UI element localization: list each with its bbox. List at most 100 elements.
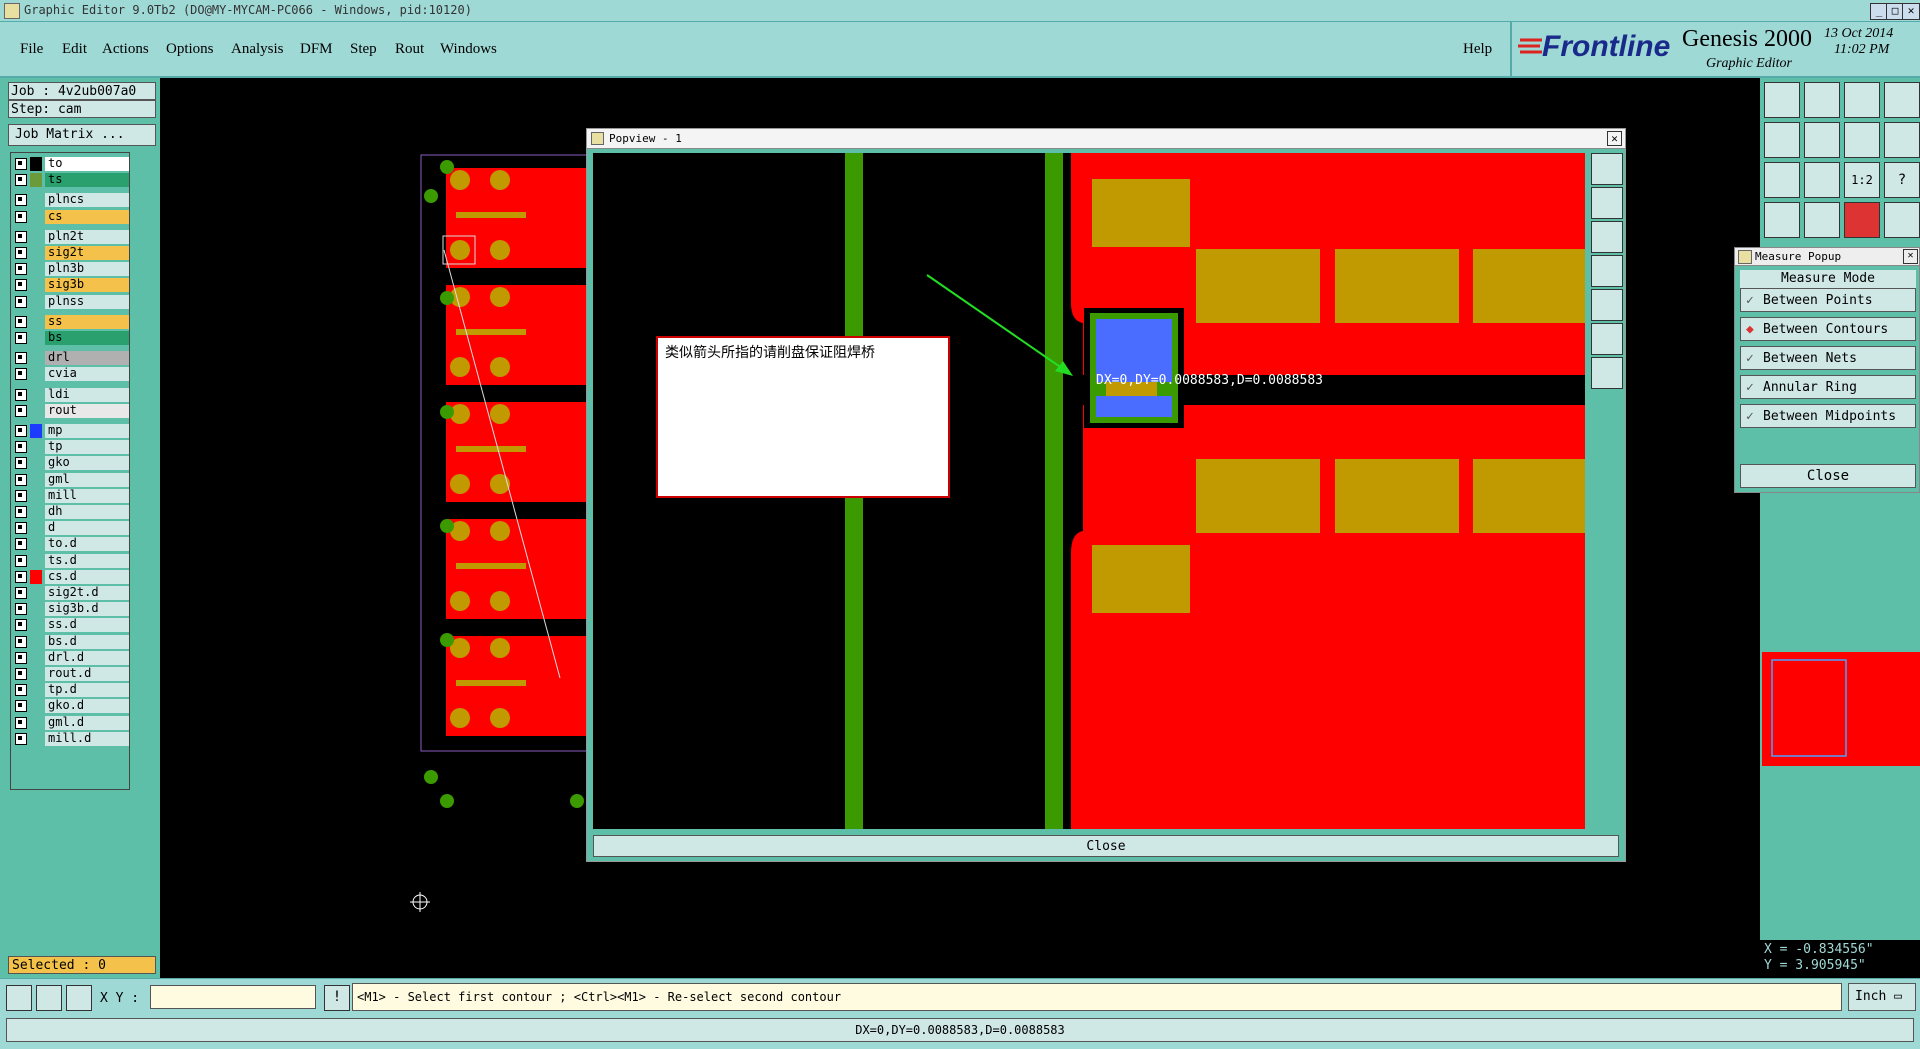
layer-row-plncs[interactable]: plncs — [13, 193, 129, 208]
layer-name[interactable]: cvia — [45, 367, 129, 382]
grid-tool-icon[interactable] — [66, 985, 92, 1011]
menu-file[interactable]: File — [20, 41, 43, 58]
layer-color-swatch[interactable] — [30, 157, 42, 171]
tool-profile-icon[interactable] — [1764, 202, 1800, 238]
layer-name[interactable]: cs.d — [45, 569, 129, 584]
tool-pan-left-icon[interactable] — [1764, 122, 1800, 158]
layer-checkbox[interactable] — [15, 315, 27, 328]
menu-options[interactable]: Options — [166, 41, 214, 58]
layer-checkbox[interactable] — [15, 404, 27, 417]
layer-checkbox[interactable] — [15, 441, 27, 454]
popview-home-button[interactable] — [1591, 221, 1623, 253]
layer-checkbox[interactable] — [15, 700, 27, 713]
window-title-bar[interactable]: Graphic Editor 9.0Tb2 (DO@MY-MYCAM-PC066… — [0, 0, 1920, 22]
layer-row-to[interactable]: to — [13, 157, 129, 171]
layer-checkbox[interactable] — [15, 279, 27, 292]
popview-pan-right-button[interactable] — [1591, 289, 1623, 321]
layer-checkbox[interactable] — [15, 247, 27, 259]
layer-row-sig2t-d[interactable]: sig2t.d — [13, 586, 129, 600]
layer-row-sig3b-d[interactable]: sig3b.d — [13, 602, 129, 617]
measure-option-between-contours[interactable]: ◆ Between Contours — [1740, 317, 1916, 341]
layer-row-ss[interactable]: ss — [13, 314, 129, 329]
layer-name[interactable]: rout — [45, 403, 129, 418]
layer-name[interactable]: pln3b — [45, 262, 129, 277]
layer-row-ts-d[interactable]: ts.d — [13, 553, 129, 568]
menu-rout[interactable]: Rout — [395, 41, 424, 58]
layer-name[interactable]: tp.d — [45, 683, 129, 698]
layer-name[interactable]: sig2t.d — [45, 586, 129, 600]
layer-color-swatch[interactable] — [30, 569, 42, 584]
layer-name[interactable]: d — [45, 521, 129, 536]
tool-measure-icon[interactable] — [1844, 202, 1880, 238]
layer-checkbox[interactable] — [15, 368, 27, 381]
tool-zoom-out-icon[interactable] — [1804, 82, 1840, 118]
layer-row-cs-d[interactable]: cs.d — [13, 569, 129, 584]
popview-zoom-out-button[interactable] — [1591, 187, 1623, 219]
layer-name[interactable]: rout.d — [45, 667, 129, 681]
layer-row-cs[interactable]: cs — [13, 209, 129, 224]
layer-name[interactable]: mill.d — [45, 731, 129, 746]
popview-window[interactable]: Popview - 1 ✕ 类似箭头所指的请削盘保证阻焊桥 DX=0,DY=0.… — [586, 128, 1626, 862]
layer-row-tp-d[interactable]: tp.d — [13, 683, 129, 698]
layer-checkbox[interactable] — [15, 388, 27, 401]
layer-row-pln3b[interactable]: pln3b — [13, 262, 129, 277]
layer-color-swatch[interactable] — [30, 173, 42, 188]
layer-checkbox[interactable] — [15, 554, 27, 567]
layer-row-pln2t[interactable]: pln2t — [13, 229, 129, 244]
layer-name[interactable]: bs — [45, 331, 129, 345]
layer-row-gko[interactable]: gko — [13, 456, 129, 471]
layer-checkbox[interactable] — [15, 522, 27, 535]
xy-input[interactable] — [150, 985, 316, 1009]
layer-name[interactable]: ss.d — [45, 618, 129, 633]
layer-name[interactable]: ss — [45, 314, 129, 329]
layer-name[interactable]: drl.d — [45, 650, 129, 665]
layer-checkbox[interactable] — [15, 506, 27, 518]
layer-checkbox[interactable] — [15, 538, 27, 551]
layer-name[interactable]: mill — [45, 488, 129, 503]
tool-center-icon[interactable] — [1804, 162, 1840, 198]
popview-title-bar[interactable]: Popview - 1 ✕ — [587, 129, 1625, 149]
layer-checkbox[interactable] — [15, 425, 27, 437]
layer-row-d[interactable]: d — [13, 521, 129, 536]
layer-name[interactable]: plnss — [45, 294, 129, 309]
layer-row-rout-d[interactable]: rout.d — [13, 667, 129, 681]
popview-center-button[interactable] — [1591, 357, 1623, 389]
menu-help[interactable]: Help — [1463, 41, 1492, 58]
layer-checkbox[interactable] — [15, 174, 27, 187]
units-selector[interactable]: Inch ▭ — [1848, 983, 1916, 1011]
layer-checkbox[interactable] — [15, 230, 27, 243]
layer-name[interactable]: drl — [45, 351, 129, 366]
measure-option-between-nets[interactable]: ✓ Between Nets — [1740, 346, 1916, 370]
layer-row-ts[interactable]: ts — [13, 173, 129, 188]
layer-row-gml-d[interactable]: gml.d — [13, 715, 129, 730]
measure-option-annular-ring[interactable]: ✓ Annular Ring — [1740, 375, 1916, 399]
tool-home-icon[interactable] — [1844, 82, 1880, 118]
layer-name[interactable]: gko.d — [45, 699, 129, 714]
tool-net-icon[interactable] — [1884, 202, 1920, 238]
close-icon[interactable]: ✕ — [1902, 3, 1920, 20]
popview-close-button[interactable]: Close — [593, 835, 1619, 857]
job-matrix-button[interactable]: Job Matrix ... — [8, 124, 156, 146]
layer-row-ss-d[interactable]: ss.d — [13, 618, 129, 633]
layer-name[interactable]: ts — [45, 173, 129, 188]
popview-close-icon[interactable]: ✕ — [1607, 131, 1622, 146]
layer-row-bs-d[interactable]: bs.d — [13, 634, 129, 649]
menu-analysis[interactable]: Analysis — [231, 41, 284, 58]
tool-pan-right-icon[interactable] — [1804, 122, 1840, 158]
layer-checkbox[interactable] — [15, 684, 27, 697]
alert-icon[interactable]: ! — [324, 985, 350, 1011]
layer-name[interactable]: tp — [45, 440, 129, 455]
edit-tool-icon[interactable] — [36, 985, 62, 1011]
layer-name[interactable]: sig3b — [45, 278, 129, 293]
menu-step[interactable]: Step — [350, 41, 377, 58]
layer-row-gml[interactable]: gml — [13, 472, 129, 487]
layer-name[interactable]: to.d — [45, 537, 129, 552]
layer-row-drl-d[interactable]: drl.d — [13, 650, 129, 665]
layer-name[interactable]: cs — [45, 209, 129, 224]
menu-actions[interactable]: Actions — [102, 41, 149, 58]
layer-checkbox[interactable] — [15, 570, 27, 583]
tool-window-icon[interactable] — [1884, 82, 1920, 118]
layer-name[interactable]: ldi — [45, 387, 129, 402]
popview-pan-left-button[interactable] — [1591, 255, 1623, 287]
layer-checkbox[interactable] — [15, 457, 27, 470]
